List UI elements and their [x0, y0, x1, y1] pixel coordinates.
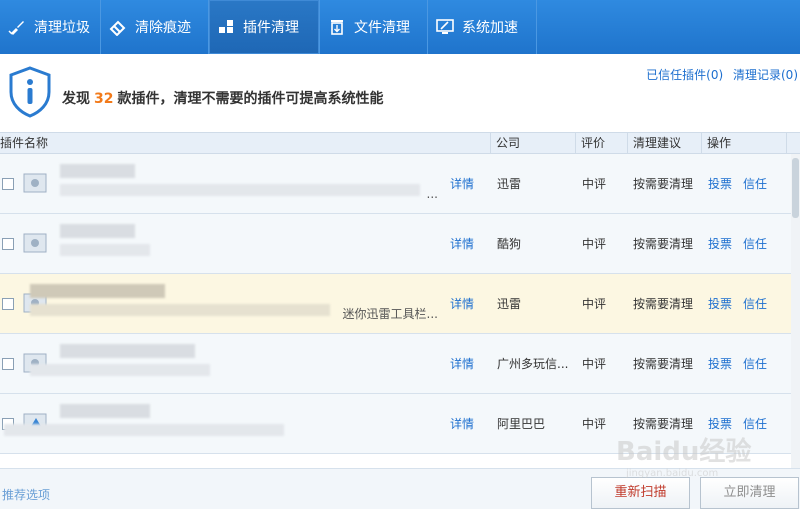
tab-label: 文件清理: [354, 20, 410, 36]
tab-clear-traces[interactable]: 清除痕迹: [101, 0, 209, 54]
plugin-icon: [23, 233, 47, 253]
plugin-description: ...: [426, 187, 438, 201]
detail-link[interactable]: 详情: [450, 236, 474, 252]
trash-icon: [328, 18, 346, 36]
company-cell: 迅雷: [497, 177, 522, 191]
row-checkbox[interactable]: [2, 178, 14, 190]
advice-cell: 按需要清理: [633, 357, 694, 371]
plugin-name-obscured: [60, 404, 150, 418]
rating-cell: 中评: [582, 417, 607, 431]
column-options: [786, 133, 800, 153]
advice-cell: 按需要清理: [633, 237, 694, 251]
vote-link[interactable]: 投票: [708, 356, 732, 372]
row-checkbox[interactable]: [2, 358, 14, 370]
found-prefix: 发现: [62, 91, 90, 107]
detail-link[interactable]: 详情: [450, 296, 474, 312]
advice-cell: 按需要清理: [633, 417, 694, 431]
recommend-options-link[interactable]: 推荐选项: [2, 486, 50, 503]
tab-label: 系统加速: [462, 20, 518, 36]
plugin-name-obscured: [30, 284, 165, 298]
column-company[interactable]: 公司: [490, 133, 575, 153]
puzzle-icon: [217, 18, 235, 36]
trust-link[interactable]: 信任: [743, 236, 767, 252]
column-name[interactable]: 插件名称: [0, 133, 490, 153]
trust-link[interactable]: 信任: [743, 416, 767, 432]
table-row[interactable]: 详情 阿里巴巴 中评 按需要清理 投票 信任: [0, 394, 800, 454]
advice-cell: 按需要清理: [633, 177, 694, 191]
plugin-desc-obscured: [4, 424, 284, 436]
found-suffix: 款插件，清理不需要的插件可提高系统性能: [117, 91, 384, 107]
rating-cell: 中评: [582, 357, 607, 371]
scrollbar-thumb[interactable]: [792, 158, 799, 218]
row-checkbox[interactable]: [2, 298, 14, 310]
tab-bar: 清理垃圾 清除痕迹 插件清理 文件清理 系统加速: [0, 0, 800, 54]
tab-plugin-clean[interactable]: 插件清理: [209, 0, 320, 54]
table-row[interactable]: 迷你迅雷工具栏... 详情 迅雷 中评 按需要清理 投票 信任: [0, 274, 800, 334]
trust-link[interactable]: 信任: [743, 356, 767, 372]
tab-label: 插件清理: [243, 20, 299, 36]
tab-system-speedup[interactable]: 系统加速: [428, 0, 537, 54]
company-cell: 阿里巴巴: [497, 417, 546, 431]
plugin-icon: [23, 173, 47, 193]
company-cell: 广州多玩信...: [497, 357, 569, 371]
vote-link[interactable]: 投票: [708, 236, 732, 252]
detail-link[interactable]: 详情: [450, 356, 474, 372]
advice-cell: 按需要清理: [633, 297, 694, 311]
vote-link[interactable]: 投票: [708, 416, 732, 432]
tab-clean-junk[interactable]: 清理垃圾: [0, 0, 101, 54]
list-scrollbar[interactable]: [791, 154, 800, 468]
row-checkbox[interactable]: [2, 238, 14, 250]
vote-link[interactable]: 投票: [708, 296, 732, 312]
rating-cell: 中评: [582, 297, 607, 311]
plugin-desc-obscured: [30, 364, 210, 376]
plugin-name-obscured: [60, 344, 195, 358]
plugin-name-obscured: [60, 224, 135, 238]
rating-cell: 中评: [582, 237, 607, 251]
footer-bar: 推荐选项 重新扫描 立即清理: [0, 468, 800, 509]
tab-file-clean[interactable]: 文件清理: [320, 0, 428, 54]
column-advice[interactable]: 清理建议: [627, 133, 701, 153]
clean-now-button[interactable]: 立即清理: [700, 477, 799, 509]
plugin-desc-obscured: [60, 184, 420, 196]
table-row[interactable]: 详情 酷狗 中评 按需要清理 投票 信任: [0, 214, 800, 274]
detail-link[interactable]: 详情: [450, 416, 474, 432]
tab-label: 清理垃圾: [34, 20, 90, 36]
company-cell: 迅雷: [497, 297, 522, 311]
plugin-count: 32: [94, 91, 114, 107]
table-row[interactable]: 详情 广州多玩信... 中评 按需要清理 投票 信任: [0, 334, 800, 394]
column-rating[interactable]: 评价: [575, 133, 627, 153]
scan-summary: 发现 32 款插件，清理不需要的插件可提高系统性能 已信任插件(0) 清理记录(0): [0, 54, 800, 132]
plugin-name-obscured: [60, 164, 135, 178]
shield-info-icon: [9, 66, 51, 118]
rating-cell: 中评: [582, 177, 607, 191]
header-links: 已信任插件(0) 清理记录(0): [640, 66, 798, 83]
plugin-desc-obscured: [30, 304, 330, 316]
table-header: 插件名称 公司 评价 清理建议 操作: [0, 132, 800, 154]
rescan-button[interactable]: 重新扫描: [591, 477, 690, 509]
trust-link[interactable]: 信任: [743, 176, 767, 192]
trust-link[interactable]: 信任: [743, 296, 767, 312]
trusted-plugins-link[interactable]: 已信任插件(0): [646, 68, 723, 82]
plugin-desc-obscured: [60, 244, 150, 256]
monitor-speed-icon: [436, 18, 454, 36]
company-cell: 酷狗: [497, 237, 522, 251]
detail-link[interactable]: 详情: [450, 176, 474, 192]
broom-icon: [8, 18, 26, 36]
vote-link[interactable]: 投票: [708, 176, 732, 192]
plugin-description: 迷你迅雷工具栏...: [342, 307, 438, 321]
clean-history-link[interactable]: 清理记录(0): [733, 68, 798, 82]
table-row[interactable]: ... 详情 迅雷 中评 按需要清理 投票 信任: [0, 154, 800, 214]
plugin-list: ... 详情 迅雷 中评 按需要清理 投票 信任 详情 酷狗 中评 按需要清理 …: [0, 154, 800, 468]
scan-result-text: 发现 32 款插件，清理不需要的插件可提高系统性能: [62, 88, 383, 108]
eraser-icon: [109, 18, 127, 36]
column-action[interactable]: 操作: [701, 133, 786, 153]
tab-label: 清除痕迹: [135, 20, 191, 36]
